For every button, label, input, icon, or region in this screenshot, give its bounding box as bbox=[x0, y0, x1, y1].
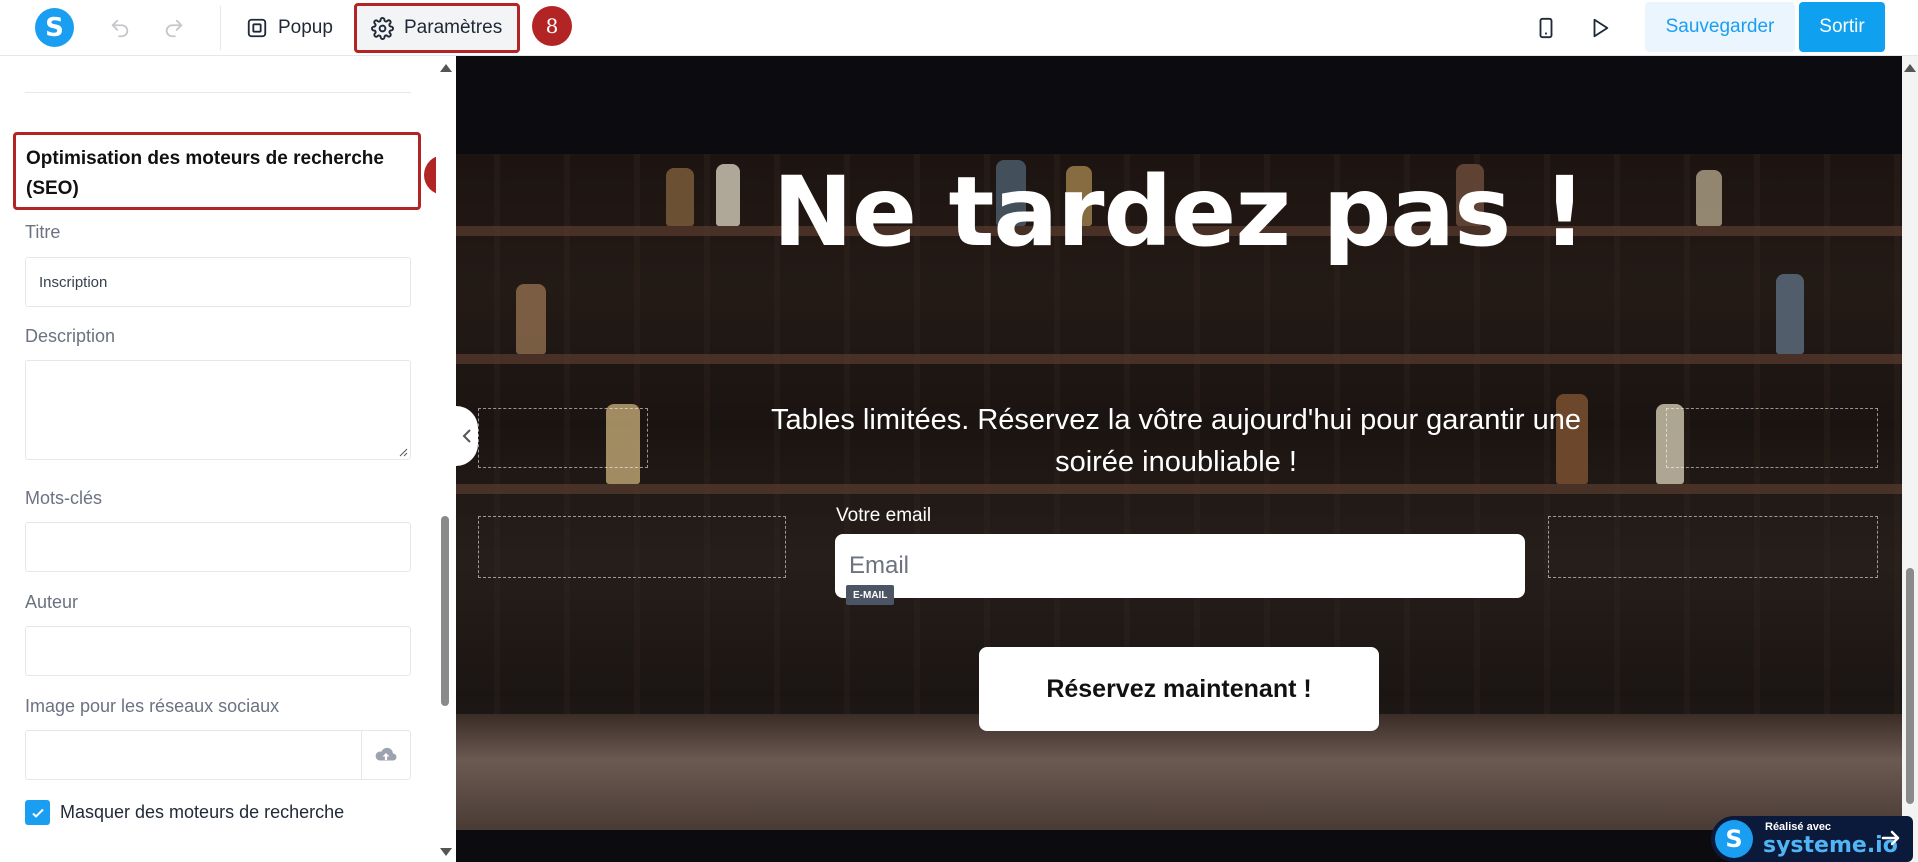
email-type-tag: E-MAIL bbox=[846, 585, 895, 605]
cloud-upload-icon bbox=[375, 747, 397, 761]
email-placeholder: Email bbox=[849, 552, 910, 579]
save-button[interactable]: Sauvegarder bbox=[1645, 2, 1795, 52]
scroll-up-arrow-icon[interactable] bbox=[1904, 64, 1916, 72]
mobile-preview-icon[interactable] bbox=[1530, 12, 1562, 44]
empty-block-placeholder[interactable] bbox=[478, 516, 786, 578]
empty-block-placeholder[interactable] bbox=[478, 408, 648, 468]
redo-icon[interactable] bbox=[158, 12, 190, 44]
step-badge-8: 8 bbox=[532, 6, 572, 46]
author-label: Auteur bbox=[25, 592, 79, 612]
shelf-decoration bbox=[456, 354, 1902, 364]
hide-search-checkbox[interactable] bbox=[25, 800, 50, 825]
title-value: Inscription bbox=[39, 273, 108, 291]
description-label: Description bbox=[25, 326, 116, 346]
sidebar-scrollbar[interactable] bbox=[436, 56, 456, 862]
made-with-systeme-badge[interactable]: S Réalisé avec systeme.io bbox=[1711, 816, 1913, 862]
scroll-up-arrow-icon[interactable] bbox=[440, 64, 452, 72]
undo-icon[interactable] bbox=[104, 12, 136, 44]
sidebar-scroll-thumb[interactable] bbox=[441, 516, 449, 706]
scroll-down-arrow-icon[interactable] bbox=[440, 848, 452, 856]
title-field[interactable]: Inscription bbox=[25, 257, 411, 307]
social-image-label: Image pour les réseaux sociaux bbox=[25, 696, 280, 716]
play-preview-icon[interactable] bbox=[1584, 12, 1616, 44]
bar-counter-decoration bbox=[456, 714, 1902, 830]
email-input[interactable]: Email bbox=[835, 534, 1525, 598]
gear-icon bbox=[371, 16, 394, 40]
canvas-scrollbar[interactable] bbox=[1902, 56, 1918, 862]
seo-section-heading: Optimisation des moteurs de recherche (S… bbox=[13, 132, 421, 210]
bottle-decoration bbox=[516, 284, 546, 354]
hide-search-label: Masquer des moteurs de recherche bbox=[60, 802, 345, 822]
hero-headline[interactable]: Ne tardez pas ! bbox=[456, 156, 1902, 268]
popup-icon bbox=[247, 18, 267, 38]
settings-sidebar: Optimisation des moteurs de recherche (S… bbox=[0, 56, 456, 862]
upload-button[interactable] bbox=[361, 731, 410, 779]
badge-brand-text: systeme.io bbox=[1763, 833, 1898, 858]
empty-block-placeholder[interactable] bbox=[1548, 516, 1878, 578]
shelf-decoration bbox=[456, 484, 1902, 494]
exit-button[interactable]: Sortir bbox=[1799, 2, 1885, 52]
title-label: Titre bbox=[25, 222, 61, 242]
keywords-label: Mots-clés bbox=[25, 488, 103, 508]
toolbar-divider bbox=[220, 6, 221, 50]
reserve-now-button[interactable]: Réservez maintenant ! bbox=[979, 647, 1379, 731]
resize-grip-icon[interactable] bbox=[398, 447, 408, 457]
page-preview-canvas: Ne tardez pas ! Tables limitées. Réserve… bbox=[456, 56, 1902, 862]
arrow-right-icon bbox=[1881, 830, 1900, 846]
keywords-field[interactable] bbox=[25, 522, 411, 572]
email-label: Votre email bbox=[836, 505, 932, 526]
bottle-decoration bbox=[1776, 274, 1804, 354]
systeme-badge-logo-icon: S bbox=[1715, 820, 1753, 858]
popup-button[interactable]: Popup bbox=[232, 6, 347, 50]
author-field[interactable] bbox=[25, 626, 411, 676]
section-divider bbox=[25, 92, 411, 93]
canvas-scroll-thumb[interactable] bbox=[1906, 568, 1914, 804]
settings-label: Paramètres bbox=[404, 17, 503, 38]
settings-button[interactable]: Paramètres bbox=[354, 3, 520, 53]
hero-subheadline[interactable]: Tables limitées. Réservez la vôtre aujou… bbox=[736, 399, 1616, 483]
top-toolbar: S Popup Paramètres 8 Sauvegarder Sortir bbox=[0, 0, 1918, 56]
description-field[interactable] bbox=[25, 360, 411, 460]
popup-label: Popup bbox=[278, 17, 333, 38]
empty-block-placeholder[interactable] bbox=[1666, 408, 1878, 468]
chevron-left-icon bbox=[462, 429, 471, 443]
social-image-field[interactable] bbox=[25, 730, 411, 780]
systeme-logo-icon[interactable]: S bbox=[35, 8, 74, 47]
checkmark-icon bbox=[31, 808, 44, 818]
badge-small-text: Réalisé avec bbox=[1765, 821, 1832, 833]
